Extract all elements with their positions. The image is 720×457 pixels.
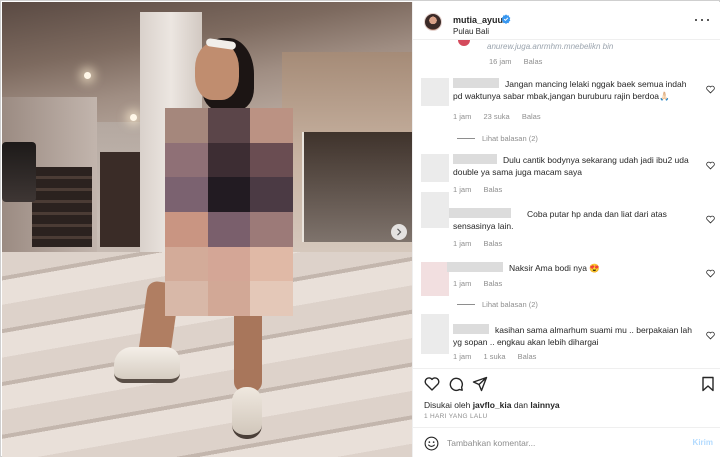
heart-icon[interactable]: [706, 269, 715, 278]
comment-likes[interactable]: 23 suka: [483, 112, 509, 121]
action-bar: [413, 368, 720, 398]
comment-time: 1 jam: [453, 185, 472, 194]
comment-icon[interactable]: [448, 376, 464, 392]
instagram-post-window: mutia_ayuu Pulau Bali anurew.juga.anrmhm…: [0, 0, 720, 457]
post-photo: [2, 2, 412, 457]
comment-text: Naksir Ama bodi nya 😍: [509, 263, 600, 273]
post-comment-button[interactable]: Kirim: [693, 438, 713, 447]
view-replies-button[interactable]: Lihat balasan (2): [457, 300, 538, 309]
post-header: mutia_ayuu Pulau Bali: [413, 2, 720, 40]
avatar[interactable]: [421, 78, 449, 106]
doorway: [100, 152, 140, 247]
avatar[interactable]: [421, 154, 449, 182]
avatar[interactable]: [424, 13, 442, 31]
heart-icon[interactable]: [706, 331, 715, 340]
reply-button[interactable]: Balas: [524, 57, 543, 66]
share-icon[interactable]: [472, 376, 488, 392]
camera-silhouette: [2, 142, 36, 202]
view-replies-label: Lihat balasan (2): [482, 134, 538, 143]
reply-button[interactable]: Balas: [483, 185, 502, 194]
comment-meta: 1 jam 23 suka Balas: [453, 112, 551, 121]
comment-likes[interactable]: 1 suka: [483, 352, 505, 361]
verified-badge-icon: [501, 14, 511, 24]
comment-composer: Kirim: [413, 427, 720, 457]
comment-time: 1 jam: [453, 112, 472, 121]
chevron-right-icon: [397, 228, 402, 236]
bookmark-icon[interactable]: [700, 376, 716, 392]
comment-meta: 1 jam Balas: [453, 185, 512, 194]
heart-icon[interactable]: [706, 215, 715, 224]
comment-time: 1 jam: [453, 279, 472, 288]
avatar[interactable]: [421, 314, 449, 354]
comment-text: anurew.juga.anrmhm.mnebelikn bin: [487, 42, 614, 51]
post-date: 1 HARI YANG LALU: [424, 413, 488, 420]
liked-by-summary: Disukai oleh javflo_kia dan lainnya: [424, 400, 560, 410]
ceiling-light: [130, 114, 137, 121]
post-sidebar: mutia_ayuu Pulau Bali anurew.juga.anrmhm…: [412, 2, 720, 457]
liked-by-user-link[interactable]: javflo_kia: [473, 400, 512, 410]
comment-time: 16 jam: [489, 57, 512, 66]
reply-button[interactable]: Balas: [522, 112, 541, 121]
divider: [457, 138, 475, 139]
heart-icon[interactable]: [706, 161, 715, 170]
comment-text: Jangan mancing lelaki nggak baek semua i…: [453, 79, 687, 101]
comment-input[interactable]: [447, 434, 677, 452]
avatar[interactable]: [421, 262, 449, 296]
comment-meta: 1 jam 1 suka Balas: [453, 352, 546, 361]
divider: [457, 304, 475, 305]
comment-meta: 1 jam Balas: [453, 239, 512, 248]
comment-time: 1 jam: [453, 239, 472, 248]
next-photo-button[interactable]: [391, 224, 407, 240]
comment-text: Coba putar hp anda dan liat dari atas se…: [453, 209, 667, 231]
comment-text: Dulu cantik bodynya sekarang udah jadi i…: [453, 155, 689, 177]
reply-button[interactable]: Balas: [483, 279, 502, 288]
liked-by-others-link[interactable]: lainnya: [530, 400, 559, 410]
emoji-icon[interactable]: [424, 436, 439, 451]
comment-time: 1 jam: [453, 352, 472, 361]
reply-button[interactable]: Balas: [483, 239, 502, 248]
reply-button[interactable]: Balas: [518, 352, 537, 361]
comment-meta: 16 jam Balas: [489, 57, 552, 66]
liked-by-prefix: Disukai oleh: [424, 400, 471, 410]
more-options-icon[interactable]: [695, 15, 709, 25]
username-link[interactable]: mutia_ayuu: [453, 15, 503, 25]
avatar: [458, 40, 470, 46]
view-replies-label: Lihat balasan (2): [482, 300, 538, 309]
view-replies-button[interactable]: Lihat balasan (2): [457, 134, 538, 143]
sneaker: [114, 347, 180, 383]
background-staircase: [32, 167, 92, 247]
person-head: [195, 42, 239, 100]
heart-icon[interactable]: [706, 85, 715, 94]
comment-meta: 1 jam Balas: [453, 279, 512, 288]
heart-icon[interactable]: [424, 376, 440, 392]
liked-by-conj: dan: [513, 400, 528, 410]
ceiling-light: [84, 72, 91, 79]
sneaker: [232, 387, 262, 439]
comments-list[interactable]: anurew.juga.anrmhm.mnebelikn bin 16 jam …: [413, 40, 720, 366]
censor-mosaic: [165, 108, 293, 316]
location-link[interactable]: Pulau Bali: [453, 27, 489, 36]
comment-text: kasihan sama almarhum suami mu .. berpak…: [453, 325, 693, 347]
avatar[interactable]: [421, 192, 449, 228]
